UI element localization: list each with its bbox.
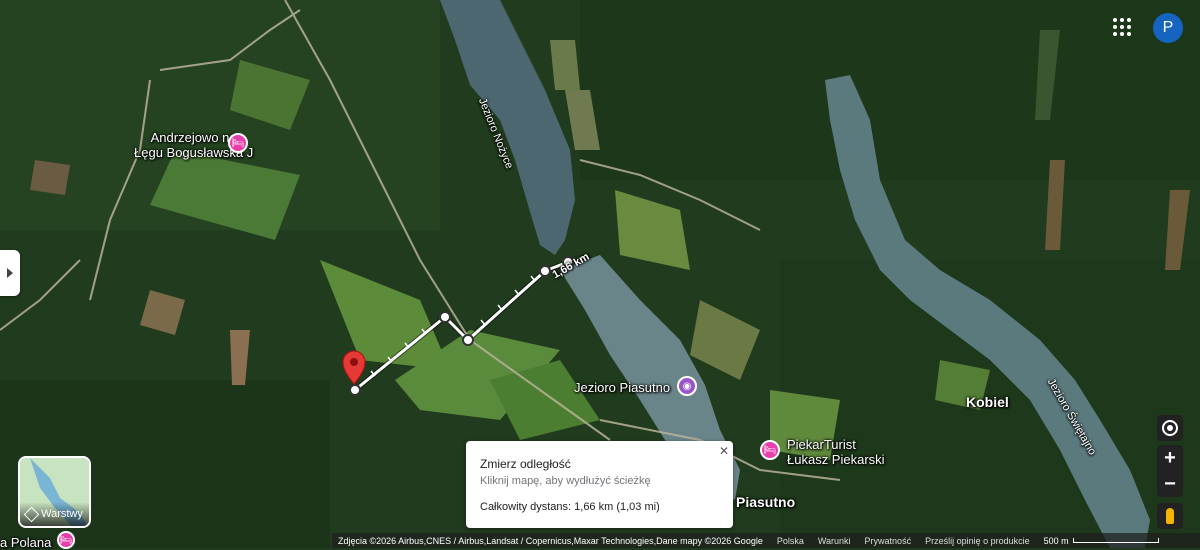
label-jezioro-piasutno[interactable]: Jezioro Piasutno	[574, 380, 670, 395]
close-icon[interactable]: ✕	[719, 444, 729, 458]
measure-point	[462, 334, 474, 346]
measure-hint: Kliknij mapę, aby wydłużyć ścieżkę	[480, 475, 651, 487]
label-piekarturist[interactable]: PiekarTurist Łukasz Piekarski	[787, 437, 885, 467]
apps-grid-button[interactable]	[1113, 18, 1131, 36]
my-location-button[interactable]	[1157, 415, 1183, 441]
privacy-link[interactable]: Prywatność	[865, 536, 912, 546]
camera-icon[interactable]: ◉	[677, 376, 697, 396]
pegman-icon	[1166, 508, 1174, 524]
measure-point	[439, 311, 451, 323]
zoom-in-button[interactable]: +	[1157, 445, 1183, 471]
scale-line	[1072, 538, 1159, 543]
country-link[interactable]: Polska	[777, 536, 804, 546]
layers-button[interactable]: Warstwy	[18, 456, 91, 528]
scale-bar[interactable]: 500 m	[1044, 536, 1159, 546]
street-view-button[interactable]	[1157, 503, 1183, 529]
feedback-link[interactable]: Prześlij opinię o produkcie	[925, 536, 1030, 546]
chevron-right-icon	[7, 268, 13, 278]
hotel-icon[interactable]: 🛏	[57, 531, 75, 549]
crosshair-icon	[1162, 420, 1178, 436]
measure-point	[539, 265, 551, 277]
label-piasutno: Piasutno	[736, 494, 796, 510]
terms-link[interactable]: Warunki	[818, 536, 851, 546]
attribution-text: Zdjęcia ©2026 Airbus,CNES / Airbus,Lands…	[338, 535, 763, 546]
zoom-out-button[interactable]: −	[1157, 471, 1183, 497]
measure-title: Zmierz odległość	[480, 457, 571, 471]
avatar[interactable]: P	[1153, 13, 1183, 43]
hotel-icon[interactable]: 🛏	[228, 133, 248, 153]
side-panel-toggle[interactable]	[0, 250, 20, 296]
layers-icon	[23, 506, 40, 522]
measure-total: Całkowity dystans: 1,66 km (1,03 mi)	[480, 501, 660, 513]
hotel-icon[interactable]: 🛏	[760, 440, 780, 460]
attribution-bar: Zdjęcia ©2026 Airbus,CNES / Airbus,Lands…	[332, 533, 1200, 548]
measure-point	[349, 384, 361, 396]
measure-distance-card: Zmierz odległość Kliknij mapę, aby wydłu…	[466, 441, 733, 528]
label-kobiel: Kobiel	[966, 394, 1009, 410]
